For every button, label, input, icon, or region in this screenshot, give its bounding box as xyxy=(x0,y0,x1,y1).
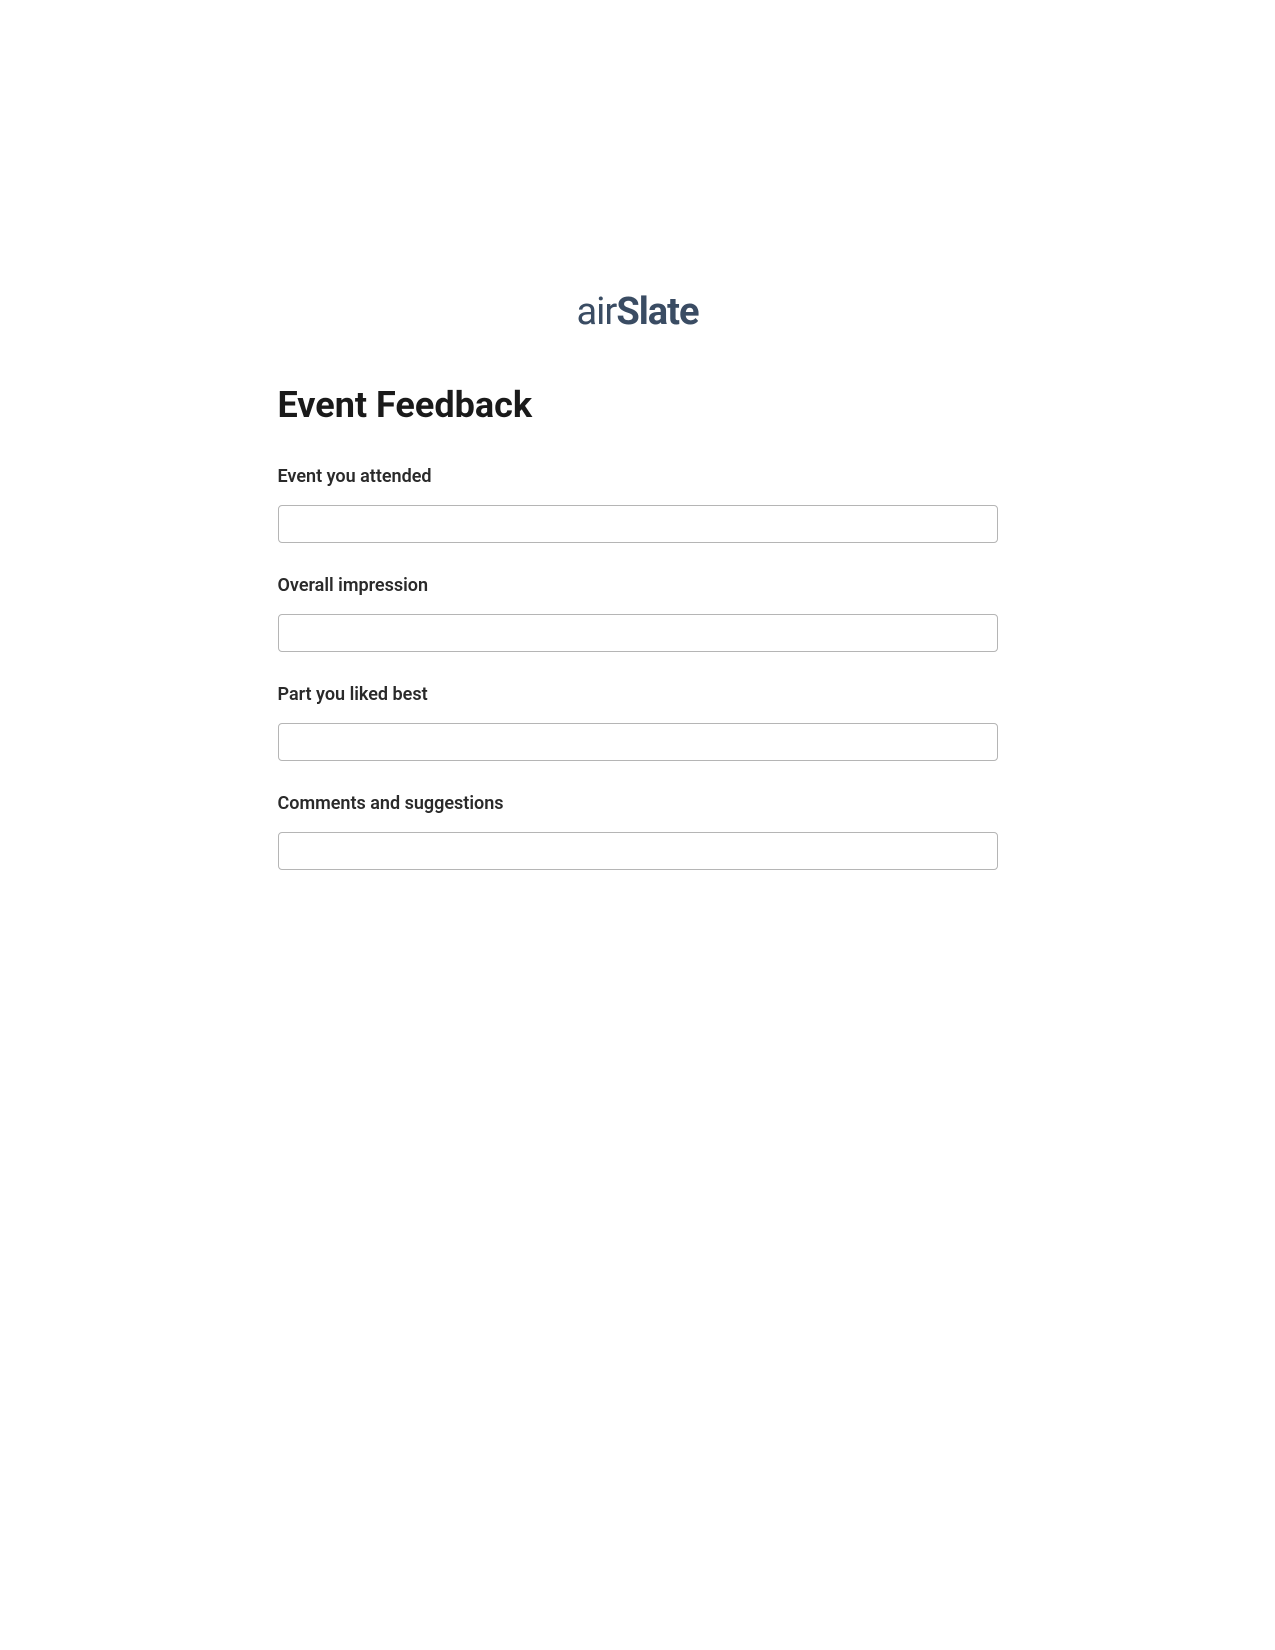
form-group-liked-best: Part you liked best xyxy=(278,684,998,761)
form-group-event: Event you attended xyxy=(278,466,998,543)
page-title: Event Feedback xyxy=(278,384,998,426)
input-comments[interactable] xyxy=(278,832,998,870)
logo-wrapper: airSlate xyxy=(278,290,998,334)
logo-text-slate: Slate xyxy=(616,290,698,334)
input-overall-impression[interactable] xyxy=(278,614,998,652)
label-event-attended: Event you attended xyxy=(278,466,998,487)
label-comments: Comments and suggestions xyxy=(278,793,998,814)
label-liked-best: Part you liked best xyxy=(278,684,998,705)
input-liked-best[interactable] xyxy=(278,723,998,761)
label-overall-impression: Overall impression xyxy=(278,575,998,596)
form-container: airSlate Event Feedback Event you attend… xyxy=(278,290,998,870)
form-group-impression: Overall impression xyxy=(278,575,998,652)
form-group-comments: Comments and suggestions xyxy=(278,793,998,870)
input-event-attended[interactable] xyxy=(278,505,998,543)
logo-text-air: air xyxy=(577,290,617,334)
airslate-logo: airSlate xyxy=(577,290,699,334)
